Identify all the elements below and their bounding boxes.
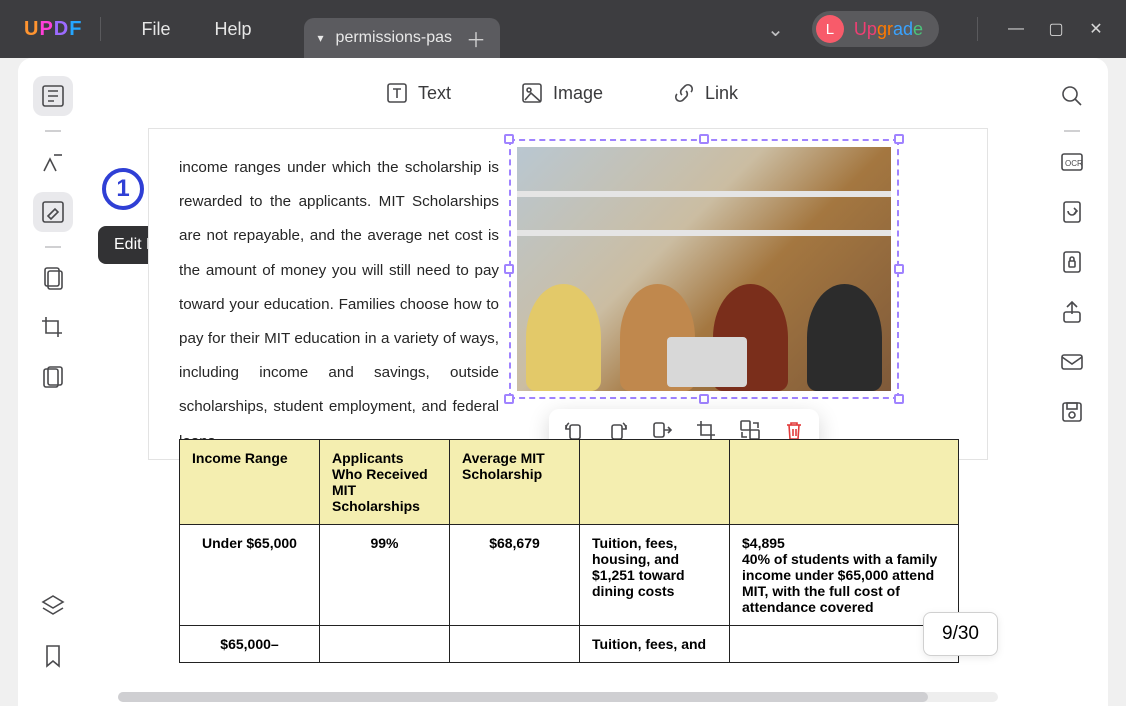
resize-handle[interactable]: [699, 394, 709, 404]
cell-range: Under $65,000: [180, 525, 320, 626]
replace-icon[interactable]: [739, 419, 761, 441]
share-icon[interactable]: [1052, 292, 1092, 332]
left-rail: [18, 58, 88, 706]
new-tab-icon[interactable]: ＋: [466, 24, 486, 53]
text-tool[interactable]: Text: [386, 82, 451, 104]
convert-icon[interactable]: [1052, 192, 1092, 232]
crop-image-icon[interactable]: [695, 419, 717, 441]
rotate-right-icon[interactable]: [607, 419, 629, 441]
extract-icon[interactable]: [651, 419, 673, 441]
avatar: L: [816, 15, 844, 43]
table-row[interactable]: $65,000– Tuition, fees, and: [180, 626, 959, 663]
link-tool-label: Link: [705, 83, 738, 104]
upgrade-button[interactable]: L Upgrade: [812, 11, 939, 47]
cell-avg: $68,679: [450, 525, 580, 626]
comment-icon[interactable]: [33, 142, 73, 182]
crop-icon[interactable]: [33, 308, 73, 348]
close-icon[interactable]: ✕: [1076, 19, 1116, 39]
app-body: OCR Text Image Link Ed: [18, 58, 1108, 706]
image-tool[interactable]: Image: [521, 82, 603, 104]
image-tool-label: Image: [553, 83, 603, 104]
search-icon[interactable]: [1052, 76, 1092, 116]
edit-icon[interactable]: [33, 192, 73, 232]
cell-col4: Tuition, fees, and: [580, 626, 730, 663]
selected-image[interactable]: [509, 139, 899, 399]
text-tool-label: Text: [418, 83, 451, 104]
document-canvas[interactable]: income ranges under which the scholarshi…: [118, 128, 1008, 706]
resize-handle[interactable]: [894, 264, 904, 274]
protect-icon[interactable]: [1052, 242, 1092, 282]
cell-col5: $4,895 40% of students with a family inc…: [730, 525, 959, 626]
image-content: [517, 147, 891, 391]
col-applicants: Applicants Who Received MIT Scholarships: [320, 440, 450, 525]
save-icon[interactable]: [1052, 392, 1092, 432]
page-tool-icon[interactable]: [33, 358, 73, 398]
resize-handle[interactable]: [894, 394, 904, 404]
organize-icon[interactable]: [33, 258, 73, 298]
email-icon[interactable]: [1052, 342, 1092, 382]
document-tab[interactable]: ▾ permissions-pas ＋: [304, 18, 501, 58]
col-avg: Average MIT Scholarship: [450, 440, 580, 525]
reader-icon[interactable]: [33, 76, 73, 116]
cell-range: $65,000–: [180, 626, 320, 663]
cell-col4: Tuition, fees, housing, and $1,251 towar…: [580, 525, 730, 626]
svg-text:OCR: OCR: [1065, 159, 1083, 168]
right-rail: OCR: [1036, 58, 1108, 706]
bookmark-icon[interactable]: [33, 636, 73, 676]
layers-icon[interactable]: [33, 586, 73, 626]
scrollbar-thumb[interactable]: [118, 692, 928, 702]
col-hidden-1: [580, 440, 730, 525]
minimize-icon[interactable]: —: [996, 20, 1036, 38]
table-row[interactable]: Under $65,000 99% $68,679 Tuition, fees,…: [180, 525, 959, 626]
resize-handle[interactable]: [699, 134, 709, 144]
resize-handle[interactable]: [504, 134, 514, 144]
scholarship-table[interactable]: Income Range Applicants Who Received MIT…: [179, 439, 959, 663]
page-indicator[interactable]: 9/30: [923, 612, 998, 656]
help-menu[interactable]: Help: [192, 19, 273, 40]
ocr-icon[interactable]: OCR: [1052, 142, 1092, 182]
horizontal-scrollbar[interactable]: [118, 692, 998, 702]
pdf-page[interactable]: income ranges under which the scholarshi…: [148, 128, 988, 460]
tabs-overflow-icon[interactable]: ⌄: [767, 17, 784, 42]
col-income-range: Income Range: [180, 440, 320, 525]
file-menu[interactable]: File: [119, 19, 192, 40]
col-hidden-2: [730, 440, 959, 525]
resize-handle[interactable]: [504, 264, 514, 274]
cell-applicants: 99%: [320, 525, 450, 626]
maximize-icon[interactable]: ▢: [1036, 19, 1076, 39]
app-logo: UPDF: [24, 18, 82, 41]
resize-handle[interactable]: [894, 134, 904, 144]
delete-icon[interactable]: [783, 419, 805, 441]
paragraph-text[interactable]: income ranges under which the scholarshi…: [179, 151, 499, 459]
edit-toolbar: Text Image Link: [88, 58, 1036, 128]
cell-avg: [450, 626, 580, 663]
rotate-left-icon[interactable]: [563, 419, 585, 441]
tab-dropdown-icon[interactable]: ▾: [318, 31, 324, 45]
cell-applicants: [320, 626, 450, 663]
resize-handle[interactable]: [504, 394, 514, 404]
tab-title: permissions-pas: [336, 29, 452, 47]
table-header-row: Income Range Applicants Who Received MIT…: [180, 440, 959, 525]
title-bar: UPDF File Help ▾ permissions-pas ＋ ⌄ L U…: [0, 0, 1126, 58]
link-tool[interactable]: Link: [673, 82, 738, 104]
